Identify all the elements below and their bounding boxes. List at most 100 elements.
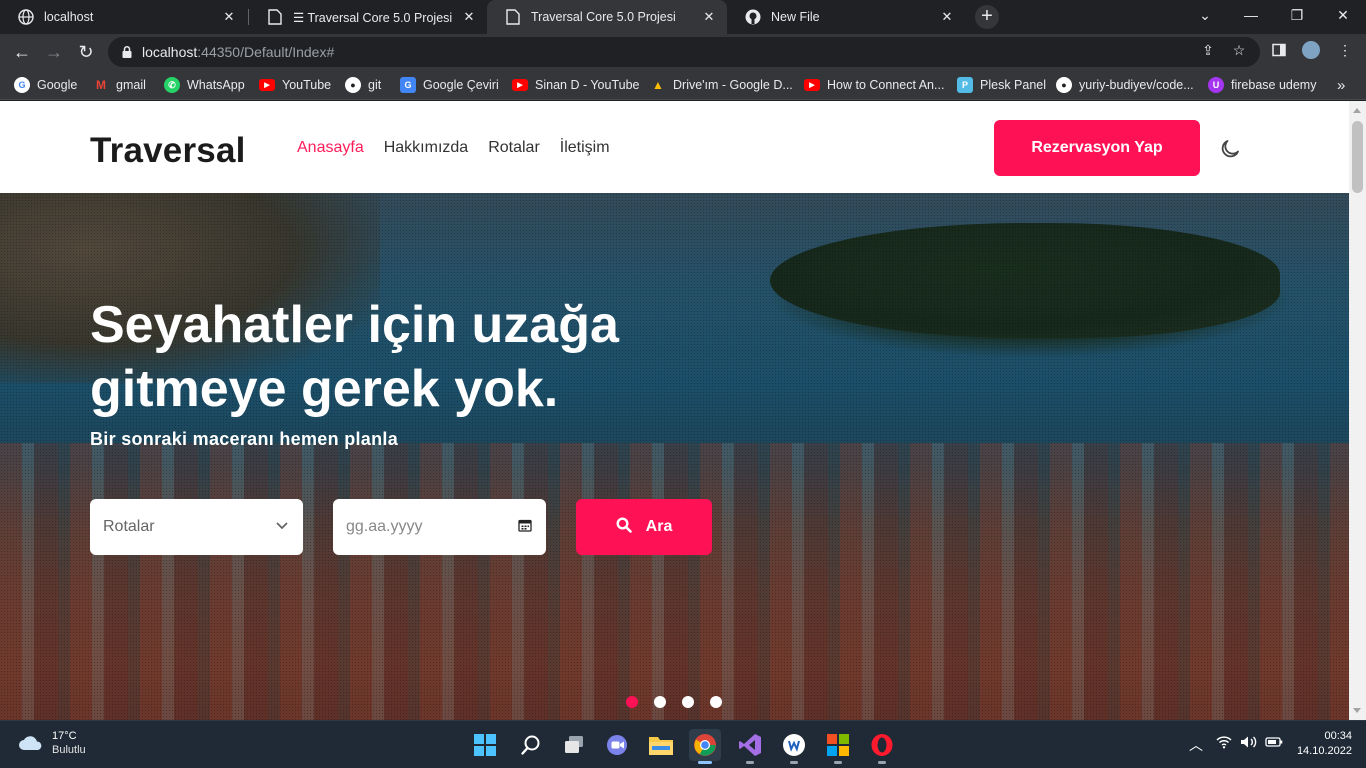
windows-taskbar: 17°C Bulutlu ︿ 00:34 14.10.2022: [0, 720, 1366, 768]
task-view-icon[interactable]: [558, 729, 590, 761]
site-header: Traversal Anasayfa Hakkımızda Rotalar İl…: [0, 101, 1349, 193]
site-logo[interactable]: Traversal: [90, 131, 246, 171]
chrome-icon[interactable]: [689, 729, 721, 764]
carousel-dot-2[interactable]: [654, 696, 666, 708]
plesk-icon: P: [957, 77, 973, 93]
carousel-dot-1[interactable]: [626, 696, 638, 708]
youtube-icon: ▶: [259, 79, 275, 91]
back-arrow-icon[interactable]: ←: [8, 38, 36, 66]
bookmark-sinan-youtube[interactable]: ▶ Sinan D - YouTube: [512, 76, 639, 94]
lock-icon[interactable]: [120, 45, 134, 59]
tab-localhost[interactable]: localhost ✕: [0, 0, 247, 34]
github-icon: ●: [1056, 77, 1072, 93]
search-button[interactable]: Ara: [576, 499, 712, 555]
carousel-indicators: [626, 696, 722, 708]
weather-condition: Bulutlu: [52, 744, 86, 756]
bookmarks-bar: G Google Mgmail ✆ WhatsApp ▶ YouTube ● git G…: [0, 70, 1366, 100]
close-window-button[interactable]: ✕: [1320, 0, 1366, 30]
minimize-button[interactable]: —: [1228, 0, 1274, 30]
bookmark-git[interactable]: ● git: [345, 76, 381, 94]
page-scrollbar[interactable]: [1349, 101, 1366, 720]
weather-temperature: 17°C: [52, 730, 77, 742]
tab-search-chevron-icon[interactable]: ⌄: [1182, 0, 1228, 30]
profile-avatar[interactable]: [1302, 41, 1320, 59]
nav-hakkimizda[interactable]: Hakkımızda: [384, 139, 468, 157]
share-icon[interactable]: ⇪: [1199, 41, 1217, 59]
tab-title: localhost: [44, 10, 94, 24]
tab-title: ☰ Traversal Core 5.0 Projesi: [293, 10, 453, 25]
scroll-up-arrow-icon[interactable]: [1353, 108, 1361, 113]
calendar-icon[interactable]: [518, 518, 532, 537]
bookmark-plesk[interactable]: P Plesk Panel: [957, 76, 1046, 94]
carousel-dot-4[interactable]: [710, 696, 722, 708]
close-tab-icon[interactable]: ✕: [461, 9, 477, 25]
nav-anasayfa[interactable]: Anasayfa: [297, 139, 364, 157]
weather-widget[interactable]: 17°C Bulutlu: [18, 730, 86, 756]
document-icon: [267, 9, 283, 25]
bookmark-how-to-connect[interactable]: ▶ How to Connect An...: [804, 76, 944, 94]
bookmark-star-icon[interactable]: ☆: [1230, 41, 1248, 59]
bookmark-label: firebase udemy: [1231, 78, 1317, 92]
forward-arrow-icon[interactable]: →: [40, 38, 68, 66]
tab-traversal-menu[interactable]: ☰ Traversal Core 5.0 Projesi ✕: [249, 0, 487, 34]
reservation-button[interactable]: Rezervasyon Yap: [994, 120, 1200, 176]
url-host: localhost: [142, 44, 198, 60]
new-tab-button[interactable]: +: [975, 5, 999, 29]
tab-traversal-active[interactable]: Traversal Core 5.0 Projesi ✕: [487, 0, 727, 34]
teams-chat-icon[interactable]: [601, 729, 633, 761]
bookmark-label: YouTube: [282, 78, 332, 92]
url-path: :44350/Default/Index#: [197, 44, 335, 60]
bookmark-google-drive[interactable]: ▲ Drive'ım - Google D...: [650, 76, 793, 94]
bookmark-firebase-udemy[interactable]: Ufirebase udemy: [1208, 76, 1316, 94]
bookmarks-overflow-button[interactable]: »: [1337, 76, 1345, 94]
volume-icon[interactable]: [1240, 735, 1258, 752]
bookmark-google[interactable]: G Google: [14, 76, 77, 94]
bookmark-label: gmail: [116, 78, 146, 92]
dark-mode-moon-icon[interactable]: [1218, 137, 1242, 161]
bookmark-label: yuriy-budiyev/code...: [1079, 78, 1194, 92]
restore-button[interactable]: ❐: [1274, 0, 1320, 30]
bookmark-gmail[interactable]: Mgmail: [93, 76, 146, 94]
search-icon[interactable]: [515, 729, 547, 761]
side-panel-icon[interactable]: [1270, 41, 1288, 59]
bookmark-label: How to Connect An...: [827, 78, 945, 92]
nav-iletisim[interactable]: İletişim: [560, 139, 610, 157]
snip-icon[interactable]: [822, 729, 854, 764]
wifi-icon[interactable]: [1216, 735, 1232, 752]
opera-icon[interactable]: [866, 729, 898, 764]
bookmark-whatsapp[interactable]: ✆ WhatsApp: [164, 76, 245, 94]
hero-title-line-2: gitmeye gerek yok.: [90, 360, 559, 418]
github-icon: ●: [345, 77, 361, 93]
nav-rotalar[interactable]: Rotalar: [488, 139, 540, 157]
show-hidden-icons-chevron-up-icon[interactable]: ︿: [1189, 735, 1203, 755]
reload-icon[interactable]: ↻: [72, 38, 100, 66]
search-icon: [616, 516, 632, 538]
date-input[interactable]: gg.aa.yyyy: [333, 499, 546, 555]
visual-studio-icon[interactable]: [734, 729, 766, 764]
bookmark-google-ceviri[interactable]: G Google Çeviri: [400, 76, 499, 94]
hero-dot-pattern: [0, 193, 1349, 720]
bookmark-youtube[interactable]: ▶ YouTube: [259, 76, 331, 94]
scroll-down-arrow-icon[interactable]: [1353, 708, 1361, 713]
udemy-icon: U: [1208, 77, 1224, 93]
windows-start-icon[interactable]: [469, 729, 501, 761]
file-explorer-icon[interactable]: [645, 729, 677, 761]
date-input-placeholder: gg.aa.yyyy: [346, 518, 423, 535]
carousel-dot-3[interactable]: [682, 696, 694, 708]
scrollbar-thumb[interactable]: [1352, 121, 1363, 193]
word-icon[interactable]: [778, 729, 810, 764]
close-tab-icon[interactable]: ✕: [939, 9, 955, 25]
tab-new-file[interactable]: New File ✕: [727, 0, 965, 34]
kebab-menu-icon[interactable]: ⋮: [1336, 41, 1354, 59]
browser-toolbar: ← → ↻ localhost:44350/Default/Index# ⇪ ☆…: [0, 34, 1366, 70]
bookmark-label: Drive'ım - Google D...: [673, 78, 793, 92]
close-tab-icon[interactable]: ✕: [221, 9, 237, 25]
battery-icon[interactable]: [1265, 735, 1283, 752]
bookmark-yuriy-budiyev[interactable]: ● yuriy-budiyev/code...: [1056, 76, 1194, 94]
system-clock[interactable]: 00:34 14.10.2022: [1296, 730, 1352, 757]
close-tab-icon[interactable]: ✕: [701, 9, 717, 25]
route-select[interactable]: Rotalar: [90, 499, 303, 555]
clock-date: 14.10.2022: [1296, 745, 1352, 757]
address-bar[interactable]: localhost:44350/Default/Index#: [108, 37, 1260, 67]
weather-text: 17°C Bulutlu: [52, 730, 86, 756]
